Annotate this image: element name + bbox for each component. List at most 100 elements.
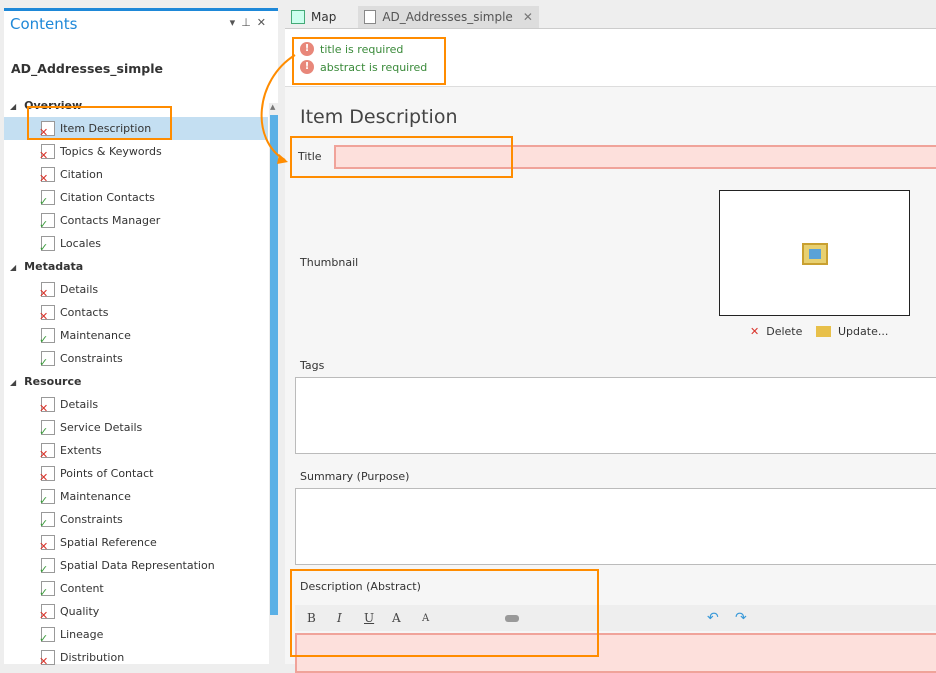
section-metadata[interactable]: ◢ Metadata: [4, 255, 268, 278]
tree-item-label: Quality: [60, 605, 100, 618]
folder-icon: [816, 326, 831, 337]
thumbnail-label: Thumbnail: [300, 256, 359, 269]
update-label: Update...: [838, 325, 889, 338]
pane-title: Contents: [10, 15, 78, 33]
tree-item[interactable]: ✓ Service Details: [4, 416, 268, 439]
tree-item-label: Locales: [60, 237, 102, 250]
valid-page-icon: ✓: [39, 558, 55, 575]
tree-item[interactable]: ✕ Distribution: [4, 646, 268, 669]
delete-icon: ✕: [750, 325, 760, 338]
scrollbar[interactable]: ▲: [269, 103, 279, 673]
error-page-icon: ✕: [39, 443, 55, 460]
tree-item-label: Contacts: [60, 306, 109, 319]
valid-page-icon: ✓: [39, 581, 55, 598]
tree-item[interactable]: ✓ Citation Contacts: [4, 186, 268, 209]
error-page-icon: ✕: [39, 466, 55, 483]
tree-item-label: Maintenance: [60, 329, 131, 342]
error-page-icon: ✕: [39, 305, 55, 322]
tree-item[interactable]: ✓ Contacts Manager: [4, 209, 268, 232]
close-tab-icon[interactable]: ✕: [523, 10, 533, 24]
redo-icon[interactable]: ↷: [735, 610, 747, 626]
pin-icon[interactable]: ⊥: [241, 16, 257, 29]
delete-thumbnail-button[interactable]: ✕ Delete: [750, 325, 802, 338]
tree-item-label: Details: [60, 283, 99, 296]
metadata-doc-icon: [364, 10, 377, 24]
section-resource[interactable]: ◢ Resource: [4, 370, 268, 393]
tree-item[interactable]: ✓ Content: [4, 577, 268, 600]
error-page-icon: ✕: [39, 282, 55, 299]
tree-item-label: Details: [60, 398, 99, 411]
tree-item-label: Distribution: [60, 651, 125, 664]
close-icon[interactable]: ✕: [257, 16, 272, 29]
tags-input[interactable]: [295, 377, 936, 454]
highlight-box: [292, 37, 446, 85]
tree-item-label: Service Details: [60, 421, 143, 434]
error-page-icon: ✕: [39, 397, 55, 414]
tree-item[interactable]: ✓ Constraints: [4, 508, 268, 531]
summary-label: Summary (Purpose): [300, 470, 410, 483]
tree-item-label: Contacts Manager: [60, 214, 161, 227]
tree-item[interactable]: ✕ Extents: [4, 439, 268, 462]
layer-package-icon: [802, 243, 828, 265]
tree-item-label: Constraints: [60, 513, 123, 526]
highlight-box: [290, 136, 513, 178]
tree-item-label: Constraints: [60, 352, 123, 365]
collapse-icon[interactable]: ◢: [10, 263, 16, 272]
tree-item[interactable]: ✕ Points of Contact: [4, 462, 268, 485]
collapse-icon[interactable]: ◢: [10, 378, 16, 387]
tree-item-label: Extents: [60, 444, 102, 457]
tree-item[interactable]: ✕ Spatial Reference: [4, 531, 268, 554]
tree-item[interactable]: ✕ Details: [4, 393, 268, 416]
tree-item-label: Topics & Keywords: [60, 145, 162, 158]
tree-item[interactable]: ✕ Details: [4, 278, 268, 301]
tab-map[interactable]: Map: [285, 6, 342, 28]
valid-page-icon: ✓: [39, 420, 55, 437]
tree-item[interactable]: ✓ Lineage: [4, 623, 268, 646]
valid-page-icon: ✓: [39, 328, 55, 345]
tree-item[interactable]: ✓ Maintenance: [4, 324, 268, 347]
section-label: Metadata: [24, 260, 84, 273]
tree-item-label: Points of Contact: [60, 467, 154, 480]
tree-item[interactable]: ✓ Maintenance: [4, 485, 268, 508]
tree-item[interactable]: ✕ Quality: [4, 600, 268, 623]
tree-item[interactable]: ✓ Constraints: [4, 347, 268, 370]
tree-item-label: Citation Contacts: [60, 191, 155, 204]
tree-item[interactable]: ✕ Topics & Keywords: [4, 140, 268, 163]
tree-item-label: Spatial Data Representation: [60, 559, 215, 572]
error-page-icon: ✕: [39, 535, 55, 552]
tab-bar: Map AD_Addresses_simple ✕: [285, 6, 539, 28]
highlight-box: [290, 569, 599, 657]
callout-arrow: [260, 54, 296, 164]
item-name: AD_Addresses_simple: [11, 61, 164, 76]
tree-item-label: Citation: [60, 168, 103, 181]
valid-page-icon: ✓: [39, 351, 55, 368]
thumbnail-image[interactable]: [719, 190, 910, 316]
error-page-icon: ✕: [39, 144, 55, 161]
summary-input[interactable]: [295, 488, 936, 565]
tab-label: Map: [311, 10, 337, 24]
tree-item[interactable]: ✕ Contacts: [4, 301, 268, 324]
page-title: Item Description: [300, 106, 458, 128]
valid-page-icon: ✓: [39, 512, 55, 529]
collapse-icon[interactable]: ◢: [10, 102, 16, 111]
tree-item[interactable]: ✕ Citation: [4, 163, 268, 186]
valid-page-icon: ✓: [39, 190, 55, 207]
error-page-icon: ✕: [39, 167, 55, 184]
tree-item-label: Maintenance: [60, 490, 131, 503]
valid-page-icon: ✓: [39, 489, 55, 506]
update-thumbnail-button[interactable]: Update...: [816, 325, 888, 338]
highlight-box: [27, 106, 172, 140]
valid-page-icon: ✓: [39, 213, 55, 230]
tree-item-label: Content: [60, 582, 104, 595]
tab-metadata[interactable]: AD_Addresses_simple ✕: [358, 6, 539, 28]
scrollbar-thumb[interactable]: [270, 115, 278, 615]
tree-item[interactable]: ✓ Spatial Data Representation: [4, 554, 268, 577]
tree-item-label: Lineage: [60, 628, 104, 641]
undo-icon[interactable]: ↶: [707, 610, 719, 626]
menu-icon[interactable]: ▾: [230, 16, 242, 29]
section-label: Resource: [24, 375, 82, 388]
map-icon: [291, 10, 305, 24]
pane-controls[interactable]: ▾⊥✕: [230, 16, 272, 29]
tree-item[interactable]: ✓ Locales: [4, 232, 268, 255]
error-page-icon: ✕: [39, 604, 55, 621]
